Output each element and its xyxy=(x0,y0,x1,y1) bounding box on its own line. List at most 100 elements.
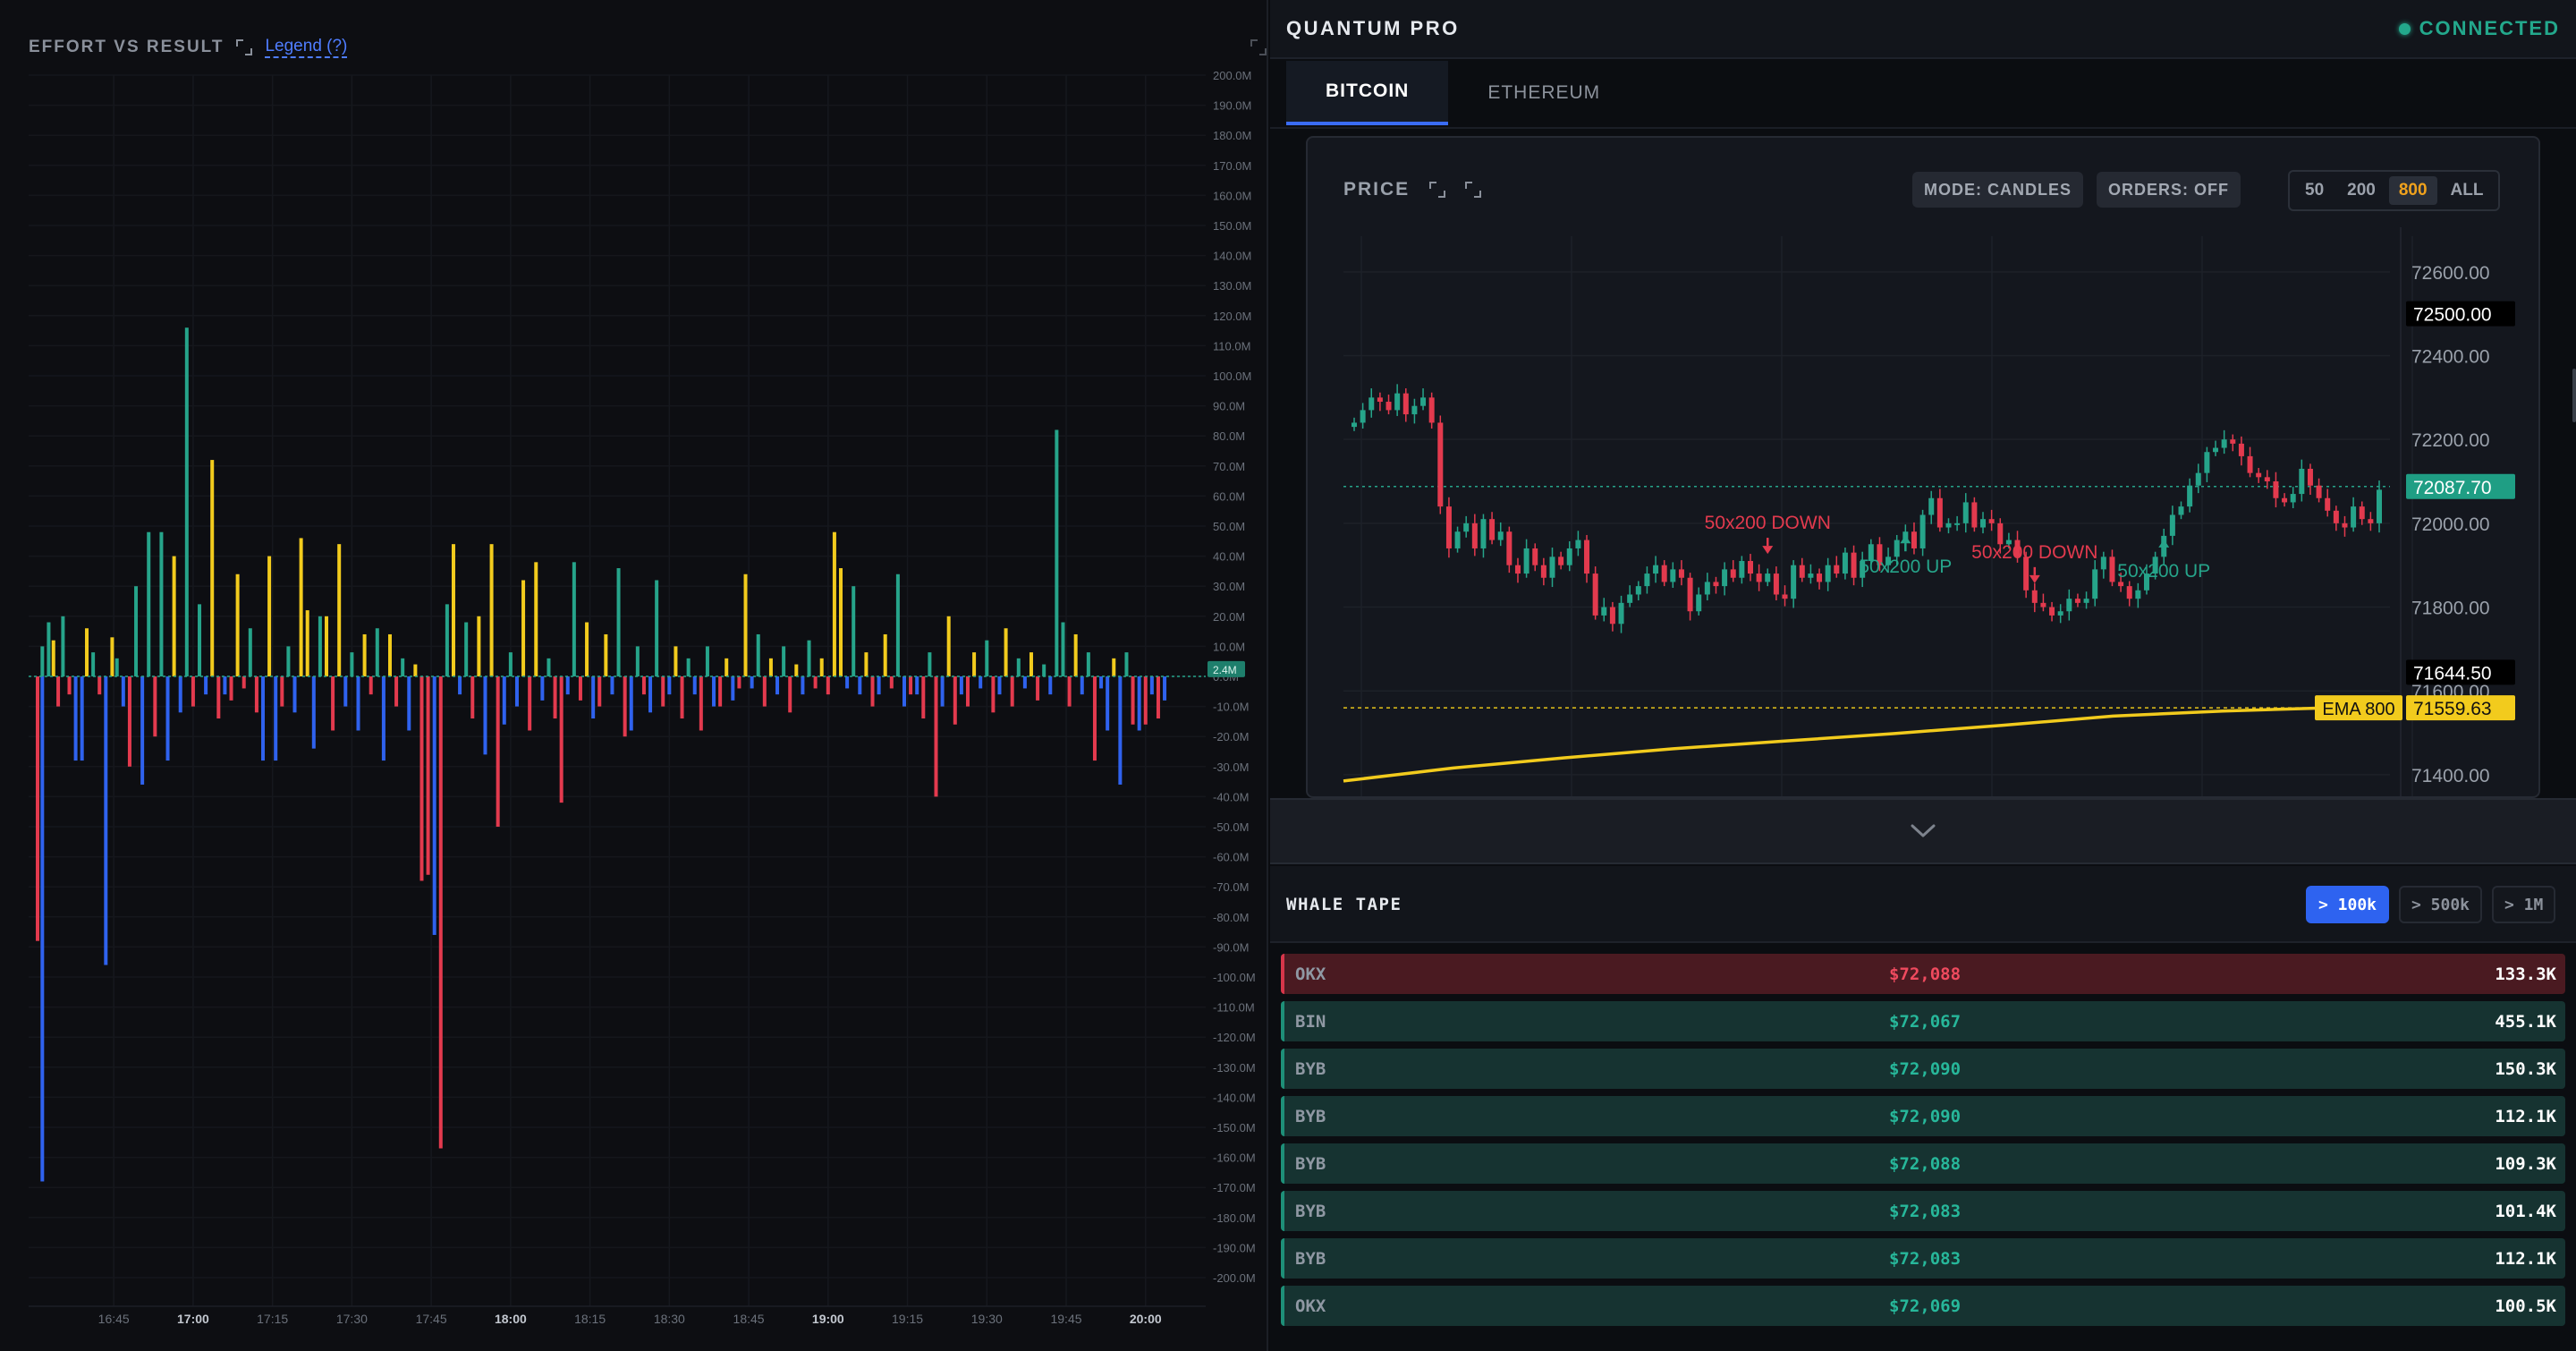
trade-row[interactable]: OKX $72,069 100.5K xyxy=(1281,1286,2565,1326)
volume-bar xyxy=(972,652,977,676)
volume-bar xyxy=(114,658,119,676)
expand-icon[interactable] xyxy=(236,39,253,55)
x-tick-label: 18:00 xyxy=(495,1312,527,1326)
volume-bar xyxy=(852,586,856,676)
volume-bar xyxy=(788,676,792,713)
range-800-button[interactable]: 800 xyxy=(2388,176,2437,205)
filter-100k-button[interactable]: > 100k xyxy=(2306,886,2390,923)
signal-label: 50x200 UP xyxy=(1859,557,1952,577)
filter-1m-button[interactable]: > 1M xyxy=(2492,886,2556,923)
volume-bar xyxy=(242,676,246,689)
trade-row[interactable]: BYB $72,083 112.1K xyxy=(1281,1238,2565,1279)
volume-bar xyxy=(1149,676,1154,695)
collapse-toggle[interactable] xyxy=(1270,798,2576,864)
trade-row[interactable]: OKX $72,088 133.3K xyxy=(1281,954,2565,994)
effort-vs-result-panel: 200.0M 190.0M 180.0M 170.0M 160.0M 150.0M 140.… xyxy=(0,0,1268,1351)
candle xyxy=(2135,590,2141,599)
volume-bar xyxy=(718,676,723,707)
tab-ethereum[interactable]: ETHEREUM xyxy=(1448,61,1640,125)
candle xyxy=(1739,561,1745,578)
volume-bar xyxy=(623,676,627,737)
candle xyxy=(1644,574,1650,587)
volume-bar xyxy=(229,676,233,701)
y-tick-label: -80.0M xyxy=(1213,911,1249,924)
candle xyxy=(2273,481,2279,498)
candle xyxy=(1540,565,1546,578)
candle xyxy=(1765,574,1771,582)
chevron-down-icon xyxy=(1911,824,1936,837)
volume-bar xyxy=(889,676,894,689)
trade-price: $72,067 xyxy=(1888,1011,1962,1032)
price-chart-card: 72600.00 72400.00 72200.00 72000.00 71800.00… xyxy=(1306,136,2540,798)
volume-bar xyxy=(464,622,469,676)
volume-bar xyxy=(121,676,125,707)
candle xyxy=(2109,557,2115,582)
candle xyxy=(1971,502,1978,528)
effort-panel-header: EFFORT VS RESULT Legend (?) xyxy=(29,34,348,61)
status-dot-icon xyxy=(2398,22,2411,35)
trade-size: 112.1K xyxy=(2495,1248,2556,1269)
asset-tabs: BITCOIN ETHEREUM xyxy=(1286,61,1640,127)
volume-bar xyxy=(762,676,767,707)
candle xyxy=(2066,599,2072,612)
scroll-handle[interactable] xyxy=(2572,369,2576,422)
y-tick-label: 90.0M xyxy=(1213,400,1245,413)
volume-bar xyxy=(407,676,411,731)
volume-bar xyxy=(80,676,84,761)
volume-bar xyxy=(198,604,202,676)
volume-bar xyxy=(661,676,665,707)
trade-row[interactable]: BYB $72,090 112.1K xyxy=(1281,1096,2565,1136)
range-50-button[interactable]: 50 xyxy=(2295,176,2334,205)
candle xyxy=(1489,519,1496,540)
candle xyxy=(1627,594,1633,603)
candle xyxy=(1928,497,1935,515)
volume-bar xyxy=(1036,676,1040,701)
range-all-button[interactable]: ALL xyxy=(2441,176,2494,205)
volume-bar xyxy=(286,646,291,676)
candle xyxy=(1394,393,1401,411)
volume-bar xyxy=(502,676,506,725)
trade-row[interactable]: BYB $72,090 150.3K xyxy=(1281,1049,2565,1089)
x-tick-label: 19:45 xyxy=(1050,1312,1081,1326)
ema-line xyxy=(1343,706,2334,783)
volume-bar xyxy=(528,676,532,731)
cross-up-signal: 50x200 UP xyxy=(1859,535,1952,577)
candle xyxy=(2359,506,2365,520)
volume-bar xyxy=(705,646,709,676)
volume-bar xyxy=(585,622,589,676)
volume-bar xyxy=(934,676,938,797)
legend-link[interactable]: Legend (?) xyxy=(265,37,348,58)
trade-row[interactable]: BYB $72,088 109.3K xyxy=(1281,1143,2565,1184)
trade-row[interactable]: BIN $72,067 455.1K xyxy=(1281,1001,2565,1041)
candle xyxy=(1696,594,1702,612)
candle xyxy=(1962,502,1969,523)
volume-bar xyxy=(699,676,703,731)
expand-icon[interactable] xyxy=(1429,182,1446,198)
mode-toggle-button[interactable]: MODE: CANDLES xyxy=(1912,172,2083,208)
tab-bitcoin[interactable]: BITCOIN xyxy=(1286,61,1449,125)
trade-price: $72,069 xyxy=(1888,1296,1962,1316)
filter-500k-button[interactable]: > 500k xyxy=(2399,886,2483,923)
x-tick-label: 17:45 xyxy=(416,1312,447,1326)
price-tick-label: 71400.00 xyxy=(2411,766,2490,786)
volume-bar xyxy=(807,640,811,676)
volume-bar xyxy=(394,676,399,707)
volume-bar xyxy=(553,676,557,719)
volume-bar xyxy=(51,640,55,676)
x-tick-label: 17:15 xyxy=(257,1312,288,1326)
fullscreen-icon[interactable] xyxy=(1465,182,1482,198)
volume-bar xyxy=(375,628,379,676)
trade-size: 112.1K xyxy=(2495,1106,2556,1126)
whale-tape-header: WHALE TAPE > 100k > 500k > 1M xyxy=(1270,866,2576,943)
candle xyxy=(1437,422,1444,507)
orders-toggle-button[interactable]: ORDERS: OFF xyxy=(2097,172,2241,208)
y-tick-label: 200.0M xyxy=(1213,69,1251,82)
candle xyxy=(1722,569,1728,587)
range-200-button[interactable]: 200 xyxy=(2337,176,2385,205)
volume-bar xyxy=(1067,676,1072,707)
trade-row[interactable]: BYB $72,083 101.4K xyxy=(1281,1191,2565,1231)
candle xyxy=(2256,472,2262,478)
candle xyxy=(1894,540,1900,557)
expand-icon[interactable] xyxy=(1250,39,1267,55)
y-tick-label: 140.0M xyxy=(1213,250,1251,263)
